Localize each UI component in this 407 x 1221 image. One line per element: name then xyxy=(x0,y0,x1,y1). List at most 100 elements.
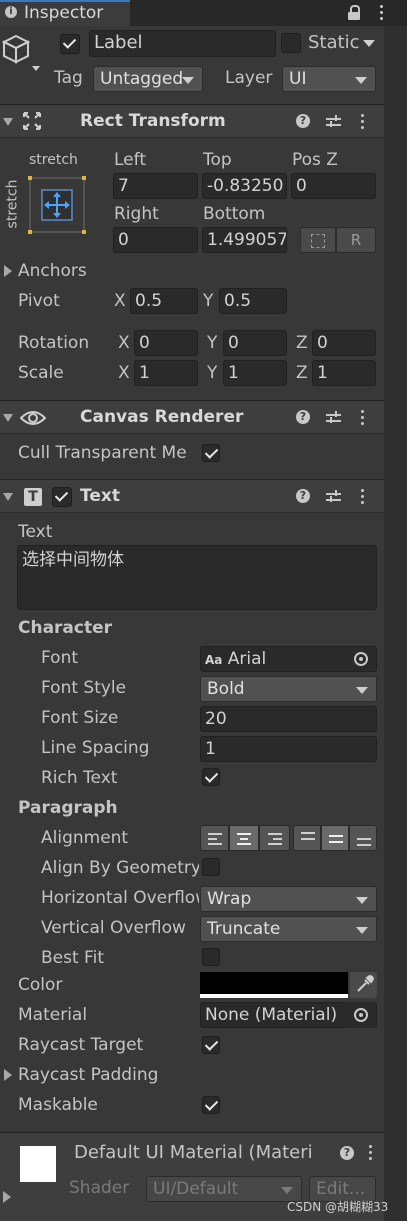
scrollbar[interactable] xyxy=(384,26,407,1221)
rotation-y-field[interactable]: 0 xyxy=(223,330,287,356)
object-picker-icon[interactable] xyxy=(346,1002,376,1028)
left-field[interactable]: 7 xyxy=(113,173,198,199)
font-style-dropdown[interactable]: Bold xyxy=(200,676,377,702)
maskable-checkbox[interactable] xyxy=(202,1096,220,1114)
help-icon[interactable]: ? xyxy=(296,410,310,424)
lock-icon[interactable] xyxy=(347,5,361,20)
align-bottom-icon xyxy=(357,838,371,846)
component-menu-icon[interactable] xyxy=(361,410,365,428)
pivot-y-label: Y xyxy=(203,291,214,311)
vertical-overflow-dropdown[interactable]: Truncate xyxy=(200,916,377,942)
layer-dropdown[interactable]: UI xyxy=(282,66,376,92)
foldout-arrow-icon[interactable] xyxy=(3,414,13,422)
color-swatch[interactable] xyxy=(200,972,348,998)
text-area[interactable]: 选择中间物体 xyxy=(17,545,377,610)
component-menu-icon[interactable] xyxy=(361,114,365,132)
rich-text-label: Rich Text xyxy=(41,768,118,788)
scale-x-field[interactable]: 1 xyxy=(134,360,198,386)
rotation-y-label: Y xyxy=(207,333,218,353)
text-enabled-checkbox[interactable] xyxy=(52,487,72,507)
presets-icon[interactable] xyxy=(326,411,341,425)
font-asset-icon: Aa xyxy=(205,653,223,667)
material-name-label: Default UI Material (Materi xyxy=(74,1142,313,1163)
raycast-padding-foldout-icon[interactable] xyxy=(4,1069,12,1081)
raycast-target-checkbox[interactable] xyxy=(202,1036,220,1054)
vertical-overflow-value: Truncate xyxy=(207,919,281,939)
align-by-geometry-checkbox[interactable] xyxy=(202,858,220,876)
chevron-down-icon xyxy=(355,77,367,84)
bottom-field[interactable]: 1.499057 xyxy=(202,227,287,253)
align-bottom-button[interactable] xyxy=(349,825,377,851)
tag-dropdown[interactable]: Untagged xyxy=(93,66,203,92)
anchors-foldout-icon[interactable] xyxy=(4,265,12,277)
maskable-label: Maskable xyxy=(18,1095,98,1115)
presets-icon[interactable] xyxy=(326,490,341,504)
shader-dropdown[interactable]: UI/Default xyxy=(146,1176,302,1202)
text-label: Text xyxy=(18,522,53,542)
cull-transparent-checkbox[interactable] xyxy=(202,444,220,462)
inspector-tab[interactable]: i Inspector xyxy=(0,0,130,26)
rotation-z-field[interactable]: 0 xyxy=(312,330,376,356)
rect-transform-header[interactable]: Rect Transform ? xyxy=(0,104,384,138)
posz-field[interactable]: 0 xyxy=(291,173,376,199)
align-right-button[interactable] xyxy=(259,825,290,851)
anchor-preset-v-label: stretch xyxy=(4,179,21,229)
static-toggle[interactable] xyxy=(281,33,301,53)
object-picker-icon[interactable] xyxy=(346,646,376,672)
rotation-x-field[interactable]: 0 xyxy=(134,330,198,356)
pivot-x-field[interactable]: 0.5 xyxy=(130,288,198,314)
top-field[interactable]: -0.83250 xyxy=(202,173,287,199)
font-label: Font xyxy=(41,648,79,668)
canvas-renderer-header[interactable]: Canvas Renderer ? xyxy=(0,400,384,434)
shader-label: Shader xyxy=(69,1178,130,1198)
scale-z-label: Z xyxy=(296,363,308,383)
scale-z-field[interactable]: 1 xyxy=(312,360,376,386)
help-icon[interactable]: ? xyxy=(340,1146,354,1160)
watermark: CSDN @胡糊糊33 xyxy=(287,1200,389,1214)
pivot-label: Pivot xyxy=(18,291,60,311)
gameobject-cube-icon[interactable] xyxy=(0,30,44,74)
tab-menu-icon[interactable] xyxy=(380,5,384,23)
rect-transform-icon xyxy=(22,111,42,131)
material-menu-icon[interactable] xyxy=(369,1145,373,1163)
scale-y-field[interactable]: 1 xyxy=(223,360,287,386)
anchor-preset-button[interactable] xyxy=(28,176,86,234)
pivot-y-field[interactable]: 0.5 xyxy=(219,288,287,314)
pivot-x-label: X xyxy=(114,291,126,311)
foldout-arrow-icon[interactable] xyxy=(3,118,13,126)
raw-edit-button[interactable]: R xyxy=(336,227,376,253)
align-left-button[interactable] xyxy=(200,825,229,851)
text-component-header[interactable]: T Text ? xyxy=(0,479,384,513)
font-value: Arial xyxy=(227,649,267,669)
blueprint-mode-button[interactable] xyxy=(300,227,336,253)
align-top-button[interactable] xyxy=(293,825,321,851)
eyedropper-icon[interactable] xyxy=(350,972,377,998)
horizontal-overflow-dropdown[interactable]: Wrap xyxy=(200,886,377,912)
gameobject-active-toggle[interactable] xyxy=(60,34,80,54)
rich-text-checkbox[interactable] xyxy=(202,768,220,786)
help-icon[interactable]: ? xyxy=(296,114,310,128)
scale-y-label: Y xyxy=(207,363,218,383)
static-dropdown-arrow-icon[interactable] xyxy=(363,40,375,47)
chevron-down-icon xyxy=(356,897,368,904)
text-component-title: Text xyxy=(80,486,120,506)
best-fit-checkbox[interactable] xyxy=(202,948,220,966)
help-icon[interactable]: ? xyxy=(296,489,310,503)
raycast-padding-label[interactable]: Raycast Padding xyxy=(18,1065,158,1085)
material-foldout-icon[interactable] xyxy=(3,1191,11,1203)
align-middle-button[interactable] xyxy=(321,825,349,851)
component-menu-icon[interactable] xyxy=(361,489,365,507)
line-spacing-field[interactable]: 1 xyxy=(200,736,377,762)
character-section-label: Character xyxy=(18,618,113,638)
raw-edit-label: R xyxy=(350,231,362,249)
static-label[interactable]: Static xyxy=(308,32,359,53)
presets-icon[interactable] xyxy=(326,115,341,129)
align-center-button[interactable] xyxy=(229,825,259,851)
font-style-label: Font Style xyxy=(41,678,127,698)
right-field[interactable]: 0 xyxy=(113,227,198,253)
anchors-label[interactable]: Anchors xyxy=(18,261,87,281)
chevron-down-icon xyxy=(356,687,368,694)
font-size-field[interactable]: 20 xyxy=(200,706,377,732)
foldout-arrow-icon[interactable] xyxy=(3,493,13,501)
gameobject-name-field[interactable]: Label xyxy=(89,30,276,57)
